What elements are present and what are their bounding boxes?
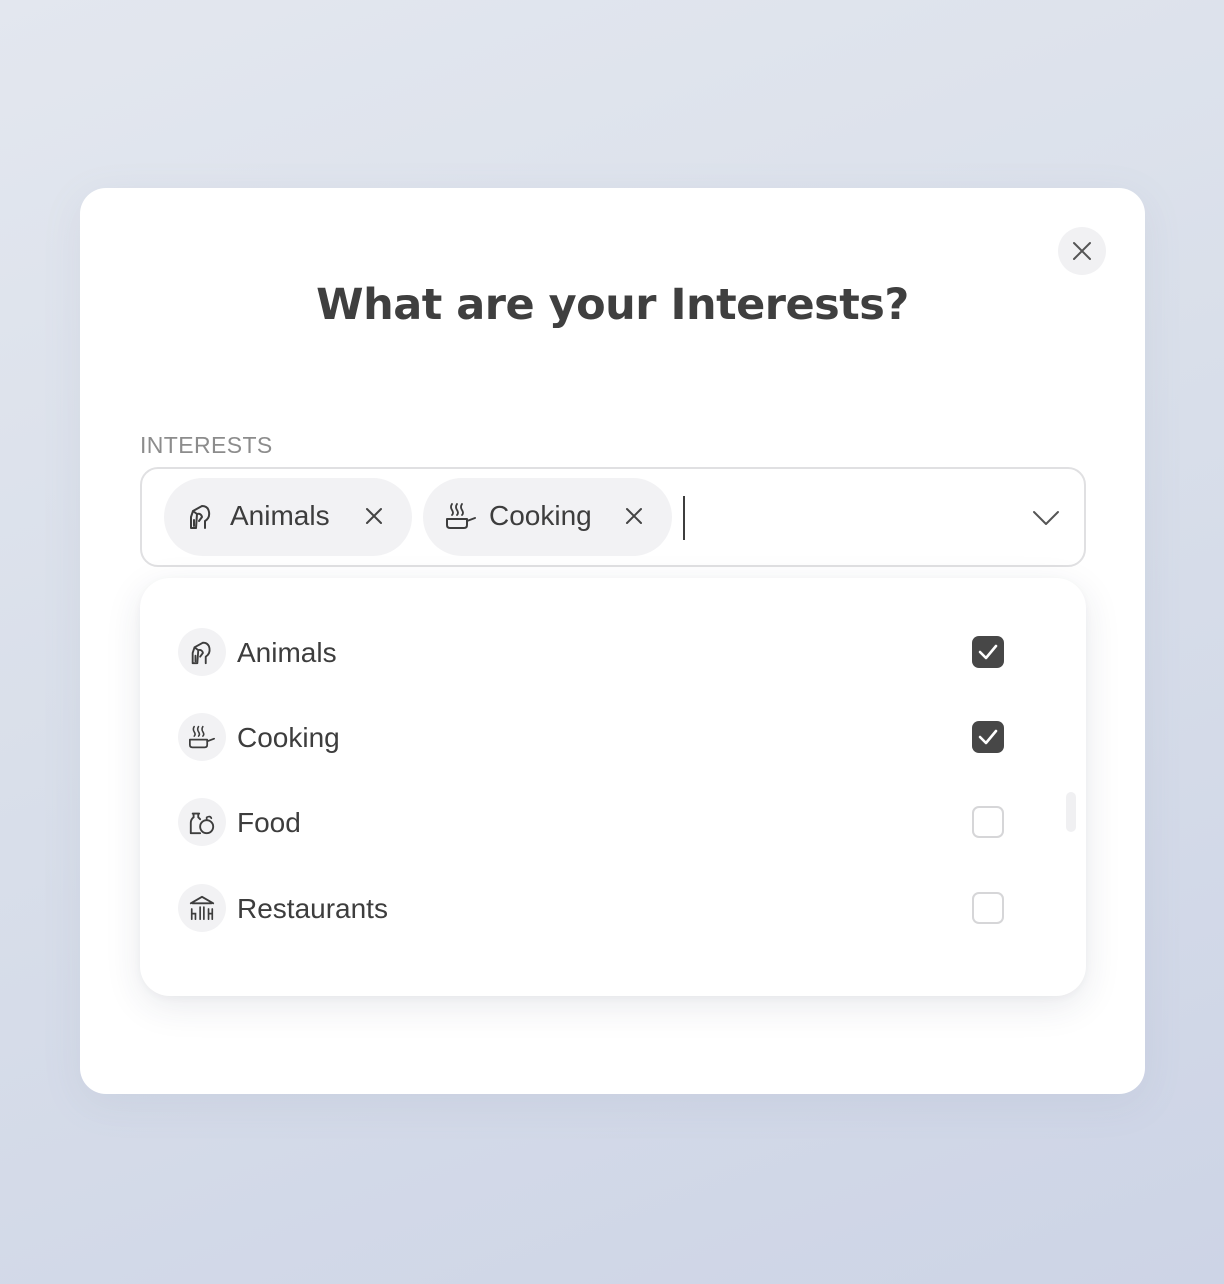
animals-icon <box>178 628 226 676</box>
remove-chip-button[interactable] <box>622 504 646 528</box>
cooking-icon <box>446 503 476 529</box>
animals-icon <box>190 505 211 529</box>
text-caret <box>683 496 685 540</box>
checkmark-icon <box>978 729 998 745</box>
option-food[interactable]: Food <box>178 792 1008 852</box>
interests-modal: What are your Interests? INTERESTS Anima… <box>80 188 1145 1094</box>
option-label: Cooking <box>237 722 340 753</box>
interests-dropdown: Animals Cooking Food Restaurants <box>140 578 1086 996</box>
chip-label: Cooking <box>489 500 592 531</box>
chevron-down-icon[interactable] <box>1030 502 1062 534</box>
chip-label: Animals <box>230 500 330 531</box>
checkmark-icon <box>978 644 998 660</box>
modal-title: What are your Interests? <box>316 280 909 330</box>
close-icon <box>626 508 642 524</box>
chip-cooking: Cooking <box>423 478 672 556</box>
option-label: Restaurants <box>237 893 388 924</box>
cooking-icon <box>178 713 226 761</box>
remove-chip-button[interactable] <box>362 504 386 528</box>
option-checkbox[interactable] <box>972 636 1004 668</box>
option-label: Food <box>237 807 301 838</box>
close-icon <box>1073 242 1091 260</box>
option-animals[interactable]: Animals <box>178 622 1008 682</box>
interests-multiselect[interactable]: Animals Cooking <box>140 467 1086 567</box>
option-label: Animals <box>237 637 337 668</box>
dropdown-scrollbar[interactable] <box>1066 792 1076 832</box>
restaurant-icon <box>178 884 226 932</box>
chip-animals: Animals <box>164 478 412 556</box>
option-checkbox[interactable] <box>972 806 1004 838</box>
option-cooking[interactable]: Cooking <box>178 707 1008 767</box>
option-restaurants[interactable]: Restaurants <box>178 878 1008 938</box>
option-checkbox[interactable] <box>972 892 1004 924</box>
close-button[interactable] <box>1058 227 1106 275</box>
option-checkbox[interactable] <box>972 721 1004 753</box>
food-icon <box>178 798 226 846</box>
close-icon <box>366 508 382 524</box>
field-label: INTERESTS <box>140 432 273 458</box>
